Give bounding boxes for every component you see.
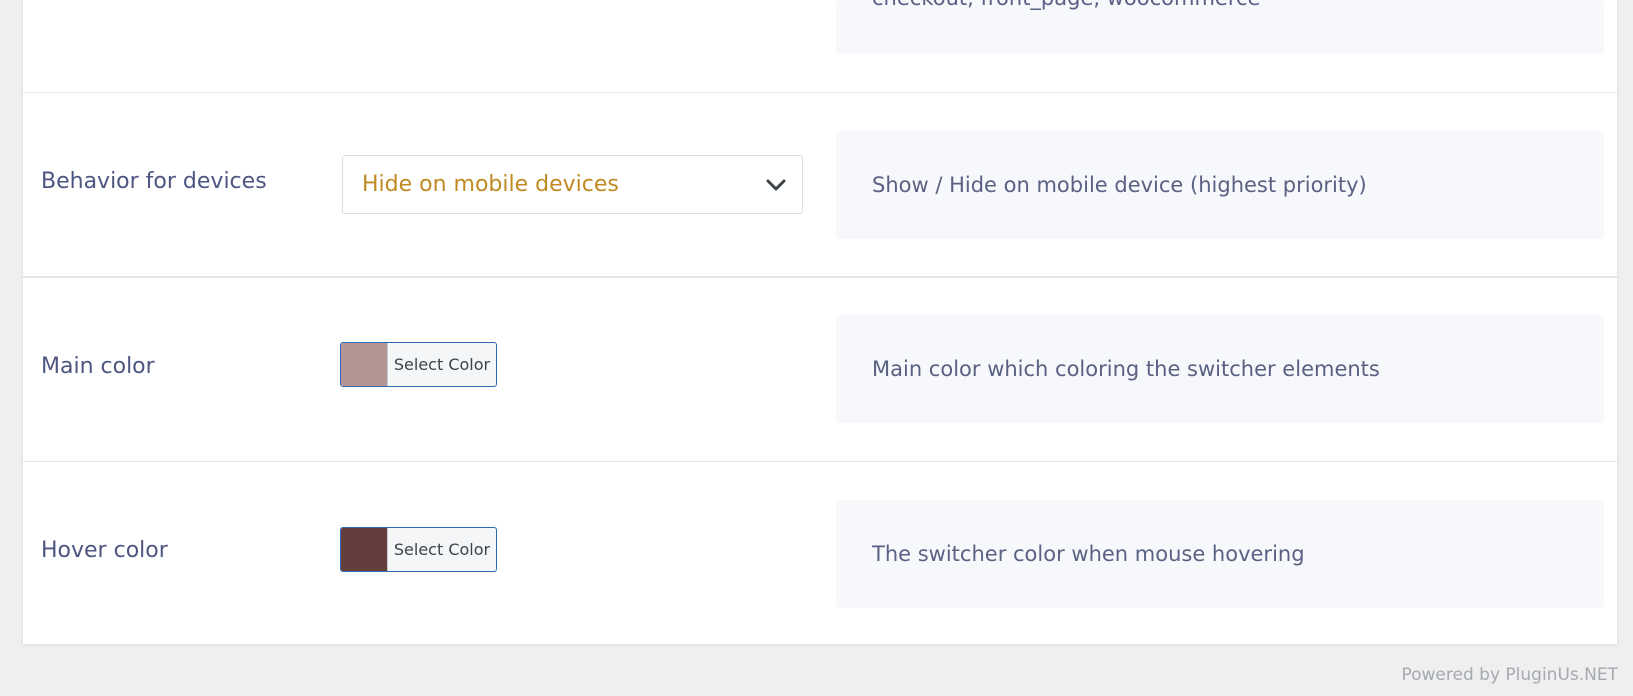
powered-by-footer: Powered by PluginUs.NET: [1401, 665, 1618, 685]
description-text: The switcher color when mouse hovering: [872, 542, 1305, 566]
row-label: Behavior for devices: [41, 169, 267, 194]
row-label: Hover color: [41, 538, 168, 563]
hover-color-picker-button[interactable]: Select Color: [340, 527, 497, 572]
settings-panel: checkout, front_page, woocommerce Behavi…: [22, 0, 1618, 645]
select-value: Hide on mobile devices: [362, 172, 619, 197]
description-text: checkout, front_page, woocommerce: [872, 0, 1260, 10]
chevron-down-icon: [766, 179, 786, 191]
description-box: checkout, front_page, woocommerce: [836, 0, 1604, 54]
select-color-label: Select Color: [393, 355, 491, 374]
row-label: Main color: [41, 354, 155, 379]
main-color-picker-button[interactable]: Select Color: [340, 342, 497, 387]
select-color-label: Select Color: [393, 540, 491, 559]
description-text: Main color which coloring the switcher e…: [872, 357, 1380, 381]
description-box: Show / Hide on mobile device (highest pr…: [836, 131, 1604, 239]
color-swatch: [341, 343, 388, 386]
settings-row-main-color: Main color Select Color Main color which…: [23, 278, 1617, 462]
description-text: Show / Hide on mobile device (highest pr…: [872, 173, 1367, 197]
settings-row-devices: Behavior for devices Hide on mobile devi…: [23, 93, 1617, 278]
settings-row-hover-color: Hover color Select Color The switcher co…: [23, 462, 1617, 645]
device-behavior-select[interactable]: Hide on mobile devices: [342, 155, 803, 214]
color-swatch: [341, 528, 388, 571]
settings-row-top-partial: checkout, front_page, woocommerce: [23, 0, 1617, 93]
description-box: Main color which coloring the switcher e…: [836, 315, 1604, 423]
description-box: The switcher color when mouse hovering: [836, 500, 1604, 608]
